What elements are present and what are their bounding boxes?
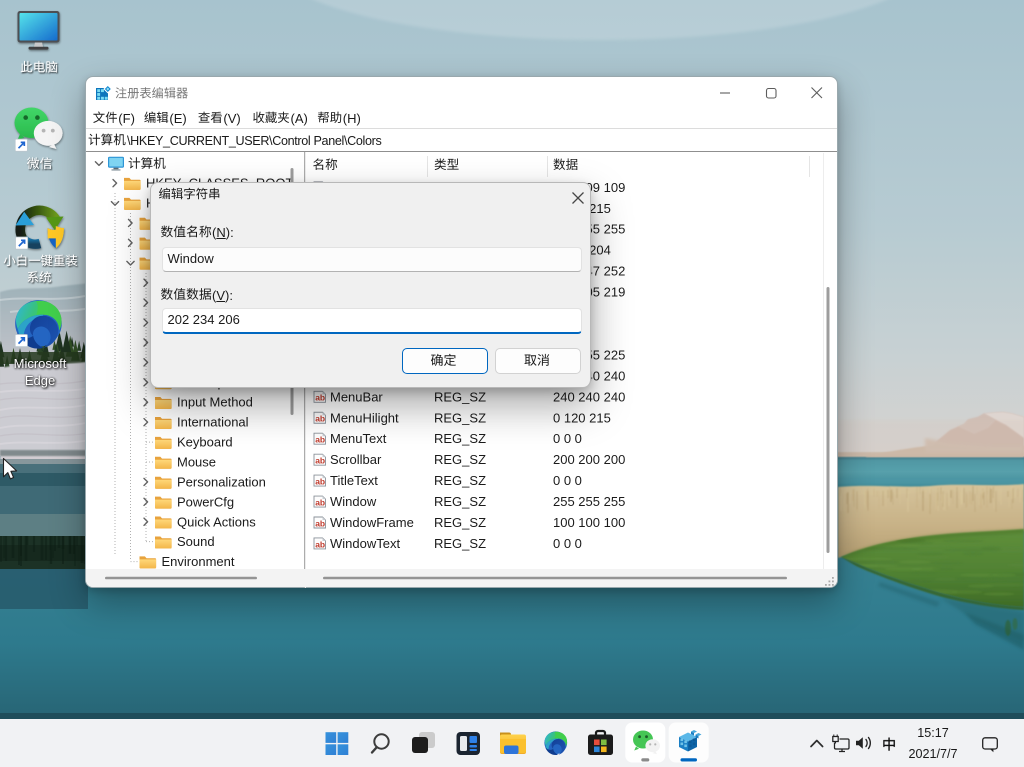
- svg-text:TitleText: TitleText: [330, 473, 378, 488]
- svg-text:MenuBar: MenuBar: [330, 389, 383, 404]
- svg-text:REG_SZ: REG_SZ: [434, 473, 486, 488]
- svg-text:REG_SZ: REG_SZ: [434, 515, 486, 530]
- svg-text:WindowFrame: WindowFrame: [330, 515, 414, 530]
- svg-text:REG_SZ: REG_SZ: [434, 410, 486, 425]
- svg-text:Input Method: Input Method: [177, 395, 253, 410]
- svg-text:200 200 200: 200 200 200: [553, 452, 625, 467]
- svg-text:MenuHilight: MenuHilight: [330, 410, 399, 425]
- svg-text:ab: ab: [315, 393, 325, 403]
- svg-text:100 100 100: 100 100 100: [553, 515, 625, 530]
- svg-text:Personalization: Personalization: [177, 474, 266, 489]
- svg-text:0 120 215: 0 120 215: [553, 410, 611, 425]
- svg-text:REG_SZ: REG_SZ: [434, 431, 486, 446]
- svg-text:International: International: [177, 415, 249, 430]
- svg-text:ab: ab: [315, 435, 325, 445]
- svg-text:WindowText: WindowText: [330, 536, 400, 551]
- svg-text:Environment: Environment: [162, 554, 235, 569]
- svg-text:REG_SZ: REG_SZ: [434, 536, 486, 551]
- svg-text:Mouse: Mouse: [177, 455, 216, 470]
- svg-text:ab: ab: [315, 455, 325, 465]
- svg-text:MenuText: MenuText: [330, 431, 387, 446]
- svg-text:255 255 255: 255 255 255: [553, 494, 625, 509]
- svg-text:REG_SZ: REG_SZ: [434, 452, 486, 467]
- svg-text:0 0 0: 0 0 0: [553, 536, 582, 551]
- svg-text:Keyboard: Keyboard: [177, 435, 233, 450]
- svg-text:ab: ab: [315, 476, 325, 486]
- svg-text:240 240 240: 240 240 240: [553, 389, 625, 404]
- svg-text:0 0 0: 0 0 0: [553, 473, 582, 488]
- svg-text:PowerCfg: PowerCfg: [177, 494, 234, 509]
- svg-text:Window: Window: [330, 494, 377, 509]
- svg-text:0 0 0: 0 0 0: [553, 431, 582, 446]
- svg-text:ab: ab: [315, 414, 325, 424]
- svg-text:ab: ab: [315, 497, 325, 507]
- svg-text:Sound: Sound: [177, 534, 215, 549]
- svg-text:ab: ab: [315, 539, 325, 549]
- svg-text:Quick Actions: Quick Actions: [177, 514, 256, 529]
- svg-text:ab: ab: [315, 518, 325, 528]
- svg-text:Scrollbar: Scrollbar: [330, 452, 382, 467]
- svg-text:REG_SZ: REG_SZ: [434, 494, 486, 509]
- svg-text:REG_SZ: REG_SZ: [434, 389, 486, 404]
